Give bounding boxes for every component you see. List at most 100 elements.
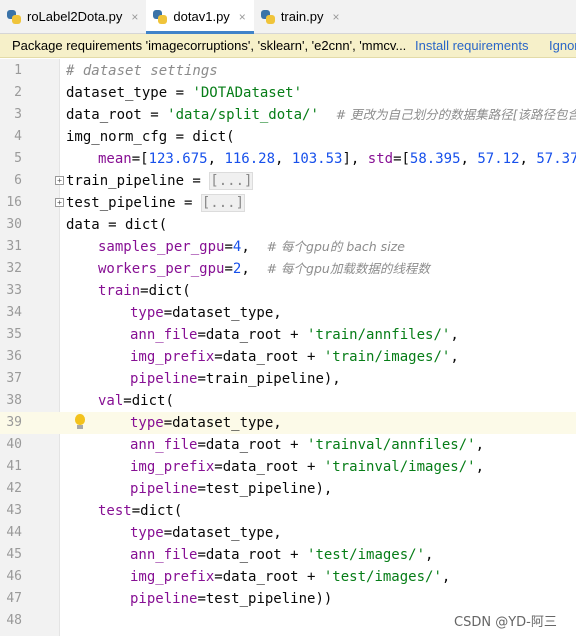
code-line[interactable]: 36 img_prefix=data_root + 'train/images/… (0, 346, 576, 368)
code-line[interactable]: 43 test=dict( (0, 500, 576, 522)
line-number: 2 (14, 85, 22, 100)
code-text: img_prefix=data_root + 'test/images/', (130, 569, 451, 585)
watermark: CSDN @YD-阿三 (454, 615, 557, 630)
code-text: img_prefix=data_root + 'train/images/', (130, 349, 459, 365)
package-requirements-banner: Package requirements 'imagecorruptions',… (0, 34, 576, 58)
code-text: pipeline=test_pipeline)) (130, 591, 333, 607)
tab-rolabel2dota[interactable]: roLabel2Dota.py × (0, 0, 146, 33)
line-number: 31 (6, 239, 22, 254)
code-line[interactable]: 46 img_prefix=data_root + 'test/images/'… (0, 566, 576, 588)
code-editor[interactable]: 1 # dataset settings 2 dataset_type = 'D… (0, 59, 576, 636)
line-number: 32 (6, 261, 22, 276)
code-text: pipeline=test_pipeline), (130, 481, 333, 497)
code-line[interactable]: 35 ann_file=data_root + 'train/annfiles/… (0, 324, 576, 346)
code-line[interactable]: 42 pipeline=test_pipeline), (0, 478, 576, 500)
line-number: 43 (6, 503, 22, 518)
code-line[interactable]: 2 dataset_type = 'DOTADataset' (0, 82, 576, 104)
code-line[interactable]: 3 data_root = 'data/split_dota/' # 更改为自己… (0, 104, 576, 126)
code-text: type=dataset_type, (130, 415, 282, 431)
code-text: data = dict( (66, 217, 168, 233)
tab-train[interactable]: train.py × (254, 0, 348, 33)
code-text: workers_per_gpu=2, # 每个gpu加载数据的线程数 (98, 261, 430, 277)
line-number: 16 (6, 195, 22, 210)
close-icon[interactable]: × (332, 10, 339, 24)
code-text: ann_file=data_root + 'test/images/', (130, 547, 434, 563)
code-text: img_prefix=data_root + 'trainval/images/… (130, 459, 485, 475)
code-text: type=dataset_type, (130, 305, 282, 321)
lightbulb-intention-icon[interactable] (74, 414, 86, 431)
code-text: img_norm_cfg = dict( (66, 129, 235, 145)
line-number: 46 (6, 569, 22, 584)
code-line[interactable]: 38 val=dict( (0, 390, 576, 412)
tab-label: dotav1.py (173, 9, 230, 24)
code-line[interactable]: 5 mean=[123.675, 116.28, 103.53], std=[5… (0, 148, 576, 170)
line-number: 5 (14, 151, 22, 166)
code-text: samples_per_gpu=4, # 每个gpu的 bach size (98, 239, 405, 255)
line-number: 33 (6, 283, 22, 298)
code-text: val=dict( (98, 393, 174, 409)
code-text: train_pipeline = [...] (66, 172, 254, 190)
code-line[interactable]: 45 ann_file=data_root + 'test/images/', (0, 544, 576, 566)
code-text: test_pipeline = [...] (66, 194, 246, 212)
line-number: 48 (6, 613, 22, 628)
install-requirements-link[interactable]: Install requirements (415, 34, 528, 57)
close-icon[interactable]: × (239, 10, 246, 24)
ignore-requirements-link[interactable]: Ignore requirements (549, 34, 576, 57)
line-number: 36 (6, 349, 22, 364)
code-text: test=dict( (98, 503, 183, 519)
line-number: 37 (6, 371, 22, 386)
python-file-icon (6, 9, 22, 25)
code-line[interactable]: 16 + test_pipeline = [...] (0, 192, 576, 214)
code-line[interactable]: 6 + train_pipeline = [...] (0, 170, 576, 192)
line-number: 30 (6, 217, 22, 232)
code-line-current[interactable]: 39 type=dataset_type, (0, 412, 576, 434)
code-text: mean=[123.675, 116.28, 103.53], std=[58.… (98, 151, 576, 167)
line-number: 35 (6, 327, 22, 342)
fold-expand-icon[interactable]: + (55, 176, 64, 185)
code-line[interactable]: 31 samples_per_gpu=4, # 每个gpu的 bach size (0, 236, 576, 258)
line-number: 40 (6, 437, 22, 452)
code-line[interactable]: 40 ann_file=data_root + 'trainval/annfil… (0, 434, 576, 456)
line-number: 41 (6, 459, 22, 474)
code-text: train=dict( (98, 283, 191, 299)
code-line[interactable]: 47 pipeline=test_pipeline)) (0, 588, 576, 610)
comment: # 每个gpu的 bach size (266, 239, 405, 254)
code-line[interactable]: 30 data = dict( (0, 214, 576, 236)
folded-region[interactable]: [...] (200, 194, 246, 212)
comment: # dataset settings (66, 63, 218, 79)
line-number: 38 (6, 393, 22, 408)
tab-label: roLabel2Dota.py (27, 9, 123, 24)
code-line[interactable]: 4 img_norm_cfg = dict( (0, 126, 576, 148)
comment: # 每个gpu加载数据的线程数 (266, 261, 430, 276)
code-line[interactable]: 44 type=dataset_type, (0, 522, 576, 544)
editor-tab-bar: roLabel2Dota.py × dotav1.py × train.py × (0, 0, 576, 34)
tab-label: train.py (280, 9, 324, 24)
line-number: 45 (6, 547, 22, 562)
close-icon[interactable]: × (131, 10, 138, 24)
code-line[interactable]: 1 # dataset settings (0, 60, 576, 82)
comment: # 更改为自己划分的数据集路径[该路径包含 (335, 107, 576, 122)
code-text: data_root = 'data/split_dota/' # 更改为自己划分… (66, 104, 576, 126)
banner-message: Package requirements 'imagecorruptions',… (12, 38, 407, 53)
code-line[interactable]: 34 type=dataset_type, (0, 302, 576, 324)
line-number: 1 (14, 63, 22, 78)
code-line[interactable]: 41 img_prefix=data_root + 'trainval/imag… (0, 456, 576, 478)
code-text: type=dataset_type, (130, 525, 282, 541)
python-file-icon (260, 9, 276, 25)
python-file-icon (152, 9, 168, 25)
line-number: 4 (14, 129, 22, 144)
line-number: 34 (6, 305, 22, 320)
line-number: 3 (14, 107, 22, 122)
code-text: pipeline=train_pipeline), (130, 371, 341, 387)
line-number: 42 (6, 481, 22, 496)
code-line[interactable]: 33 train=dict( (0, 280, 576, 302)
code-line[interactable]: 32 workers_per_gpu=2, # 每个gpu加载数据的线程数 (0, 258, 576, 280)
line-number: 6 (14, 173, 22, 188)
code-line[interactable]: 37 pipeline=train_pipeline), (0, 368, 576, 390)
fold-expand-icon[interactable]: + (55, 198, 64, 207)
line-number: 47 (6, 591, 22, 606)
folded-region[interactable]: [...] (209, 172, 254, 190)
tab-dotav1[interactable]: dotav1.py × (146, 0, 255, 34)
line-number: 39 (6, 415, 22, 430)
code-text: dataset_type = 'DOTADataset' (66, 85, 303, 101)
